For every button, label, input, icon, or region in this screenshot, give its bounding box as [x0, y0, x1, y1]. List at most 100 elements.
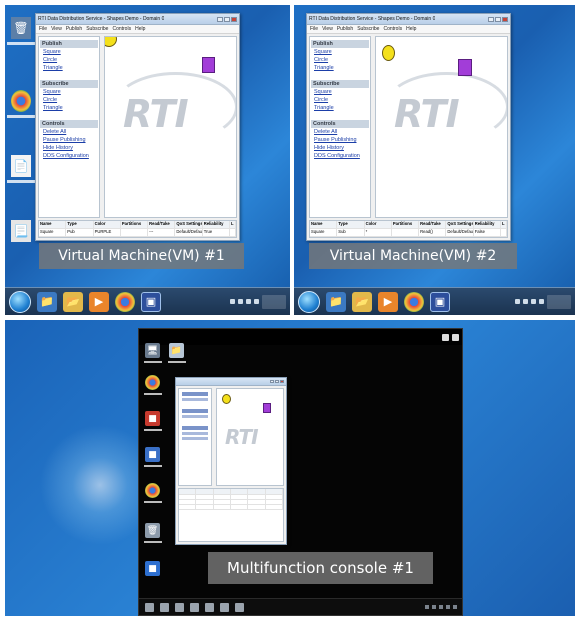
explorer-icon[interactable]: 📁 — [326, 291, 346, 312]
shapes-canvas[interactable]: RTI — [375, 36, 508, 218]
chrome-icon[interactable] — [11, 90, 31, 112]
menu-publish[interactable]: Publish — [337, 26, 353, 32]
media-player-icon[interactable]: ▶ — [378, 291, 398, 312]
document-icon[interactable]: 📃 — [11, 220, 31, 242]
col-type: Type — [337, 221, 365, 228]
chrome-taskbar-icon[interactable] — [115, 291, 135, 312]
cell-name: Square — [310, 229, 338, 236]
taskbar-app-icon[interactable] — [190, 602, 199, 612]
window-titlebar[interactable] — [176, 378, 286, 386]
publish-square-link[interactable]: Square — [311, 48, 369, 56]
taskbar-app-icon[interactable] — [205, 602, 214, 612]
subscribe-square-link[interactable]: Square — [311, 88, 369, 96]
close-button[interactable] — [231, 16, 237, 22]
menu-publish[interactable]: Publish — [66, 26, 82, 32]
rti-app-icon[interactable]: ▣ — [141, 291, 161, 312]
publish-circle-link[interactable]: Circle — [40, 56, 98, 64]
chrome-icon[interactable] — [145, 483, 160, 498]
shapes-canvas[interactable]: RTI — [104, 36, 237, 218]
menu-view[interactable]: View — [322, 26, 333, 32]
start-icon[interactable] — [145, 602, 154, 612]
taskbar-app-icon[interactable] — [220, 602, 229, 612]
dds-configuration-link[interactable]: DDS Configuration — [40, 152, 98, 160]
publish-circle-link[interactable]: Circle — [311, 56, 369, 64]
rti-shapes-window[interactable]: RTI Data Distribution Service - Shapes D… — [35, 13, 240, 241]
controls-link[interactable] — [182, 426, 208, 430]
chrome-icon[interactable] — [145, 375, 160, 390]
media-player-icon[interactable]: ▶ — [89, 291, 109, 312]
folder-icon[interactable]: 📂 — [352, 291, 372, 312]
recycle-bin-icon[interactable]: 🗑 — [11, 17, 31, 39]
pause-publishing-link[interactable]: Pause Publishing — [311, 136, 369, 144]
subscribe-square-link[interactable] — [182, 409, 208, 413]
rti-shapes-window[interactable]: RTI Data Distribution Service - Shapes D… — [306, 13, 511, 241]
folder-icon[interactable]: 📁 — [169, 343, 184, 358]
maximize-button[interactable] — [275, 380, 279, 383]
menu-controls[interactable]: Controls — [383, 26, 402, 32]
subscribe-circle-link[interactable]: Circle — [311, 96, 369, 104]
subscribe-square-link[interactable]: Square — [40, 88, 98, 96]
menu-file[interactable]: File — [39, 26, 47, 32]
window-titlebar[interactable]: RTI Data Distribution Service - Shapes D… — [307, 14, 510, 25]
minimize-button[interactable] — [270, 380, 274, 383]
restore-icon[interactable] — [442, 333, 449, 341]
publish-circle-link[interactable] — [182, 398, 208, 401]
file-icon[interactable]: 📄 — [11, 155, 31, 177]
clock[interactable] — [547, 294, 571, 309]
app-icon[interactable]: ■ — [145, 447, 160, 462]
taskbar-app-icon[interactable] — [175, 602, 184, 612]
hide-history-link[interactable]: Hide History — [40, 144, 98, 152]
table-row[interactable] — [179, 505, 283, 510]
recycle-bin-icon[interactable]: 🗑 — [145, 523, 160, 538]
rti-app-icon[interactable]: ▣ — [430, 291, 450, 312]
publish-square-link[interactable]: Square — [40, 48, 98, 56]
subscribe-circle-link[interactable]: Circle — [40, 96, 98, 104]
table-row[interactable]: Square Pub PURPLE --- Default/Default Tr… — [39, 229, 236, 237]
taskbar-app-icon[interactable] — [160, 602, 169, 612]
minimize-button[interactable] — [217, 16, 223, 22]
menu-view[interactable]: View — [51, 26, 62, 32]
delete-all-link[interactable]: Delete All — [40, 128, 98, 136]
computer-icon[interactable]: 🖥 — [145, 343, 160, 358]
window-titlebar[interactable]: RTI Data Distribution Service - Shapes D… — [36, 14, 239, 25]
subscribe-circle-link[interactable] — [182, 415, 208, 418]
start-button[interactable] — [9, 290, 31, 313]
menu-controls[interactable]: Controls — [112, 26, 131, 32]
explorer-icon[interactable]: 📁 — [37, 291, 57, 312]
pause-publishing-link[interactable] — [182, 437, 208, 440]
folder-icon[interactable]: 📂 — [63, 291, 83, 312]
subscribe-triangle-link[interactable]: Triangle — [40, 104, 98, 112]
window-title: RTI Data Distribution Service - Shapes D… — [309, 16, 436, 22]
delete-all-link[interactable] — [182, 432, 208, 435]
minimize-button[interactable] — [488, 16, 494, 22]
publish-square-link[interactable] — [182, 392, 208, 396]
publish-triangle-link[interactable]: Triangle — [311, 64, 369, 72]
menu-subscribe[interactable]: Subscribe — [86, 26, 108, 32]
maximize-button[interactable] — [224, 16, 230, 22]
col-reliability: Reliability — [202, 221, 230, 228]
clock[interactable] — [262, 294, 286, 309]
menu-help[interactable]: Help — [406, 26, 416, 32]
shapes-canvas[interactable]: RTI — [216, 388, 284, 486]
delete-all-link[interactable]: Delete All — [311, 128, 369, 136]
close-button[interactable] — [280, 380, 284, 383]
maximize-button[interactable] — [495, 16, 501, 22]
app-icon[interactable]: ■ — [145, 411, 160, 426]
yellow-circle-shape — [222, 394, 231, 404]
app-icon[interactable]: ■ — [145, 561, 160, 576]
chrome-taskbar-icon[interactable] — [404, 291, 424, 312]
menu-subscribe[interactable]: Subscribe — [357, 26, 379, 32]
close-button[interactable] — [502, 16, 508, 22]
dds-configuration-link[interactable]: DDS Configuration — [311, 152, 369, 160]
rti-shapes-window[interactable]: RTI — [175, 377, 287, 545]
pause-publishing-link[interactable]: Pause Publishing — [40, 136, 98, 144]
publish-triangle-link[interactable]: Triangle — [40, 64, 98, 72]
menu-help[interactable]: Help — [135, 26, 145, 32]
start-button[interactable] — [298, 290, 320, 313]
table-row[interactable]: Square Sub * Read() Default/Default Fals… — [310, 229, 507, 237]
hide-history-link[interactable]: Hide History — [311, 144, 369, 152]
menu-file[interactable]: File — [310, 26, 318, 32]
subscribe-triangle-link[interactable]: Triangle — [311, 104, 369, 112]
taskbar-app-icon[interactable] — [235, 602, 244, 612]
close-icon[interactable] — [452, 333, 459, 341]
